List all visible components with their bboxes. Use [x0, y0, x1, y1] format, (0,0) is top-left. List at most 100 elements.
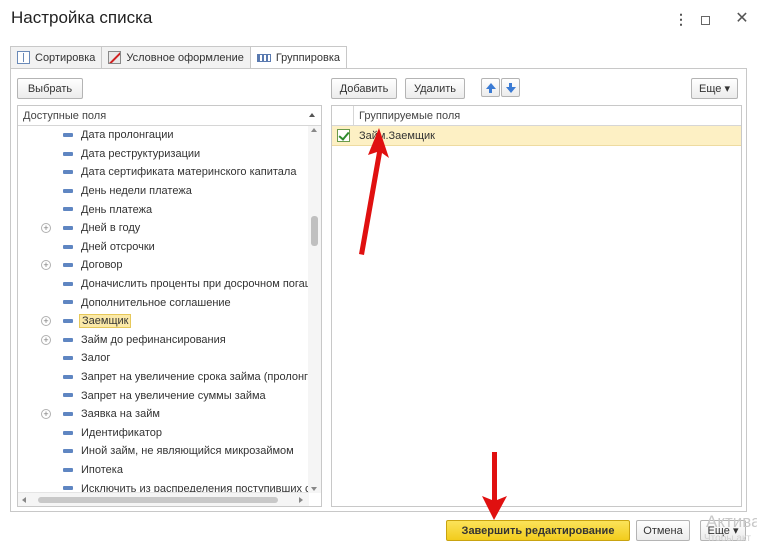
- scroll-up-icon[interactable]: [311, 128, 317, 132]
- field-tree-item[interactable]: День платежа: [18, 200, 309, 219]
- field-tree-item[interactable]: Залог: [18, 349, 309, 368]
- window-title: Настройка списка: [11, 8, 153, 27]
- vertical-scrollbar[interactable]: [308, 126, 321, 493]
- expand-icon[interactable]: +: [41, 223, 51, 234]
- sort-icon: [17, 51, 30, 64]
- tab-conditional-format-label: Условное оформление: [126, 51, 244, 64]
- tab-bar: Сортировка Условное оформление Группиров…: [10, 46, 347, 69]
- field-tree-item[interactable]: + Заявка на займ: [18, 405, 309, 424]
- field-icon: [63, 318, 73, 323]
- field-tree-item[interactable]: + Договор: [18, 256, 309, 275]
- select-button[interactable]: Выбрать: [17, 78, 83, 99]
- field-tree-item-label: Дата сертификата материнского капитала: [81, 166, 297, 179]
- field-icon: [63, 449, 73, 454]
- expand-icon[interactable]: +: [41, 316, 51, 327]
- field-tree-item[interactable]: + Заемщик: [18, 312, 309, 331]
- maximize-icon[interactable]: [697, 10, 713, 28]
- field-icon: [63, 430, 73, 435]
- field-tree-item-label: Договор: [81, 259, 123, 272]
- field-icon: [63, 356, 73, 361]
- right-more-button[interactable]: Еще ▾: [691, 78, 738, 99]
- close-icon[interactable]: ✕: [734, 10, 750, 28]
- field-tree-item[interactable]: Ипотека: [18, 461, 309, 480]
- activation-watermark-sub: Чтобы акт: [704, 533, 752, 544]
- field-icon: [63, 133, 73, 137]
- grouped-fields-header-label: Группируемые поля: [359, 109, 461, 122]
- field-tree-item-label: Залог: [81, 352, 111, 365]
- field-icon: [63, 337, 73, 342]
- annotation-arrow-down-icon: [482, 452, 507, 520]
- conditional-format-icon: [108, 51, 122, 64]
- field-tree-item[interactable]: Доначислить проценты при досрочном погаш: [18, 275, 309, 294]
- more-options-icon[interactable]: ⋮: [673, 10, 689, 28]
- available-fields-tree: Дата пролонгации Дата реструктуризации Дат…: [18, 126, 309, 495]
- field-tree-item-label: Дата реструктуризации: [81, 147, 201, 160]
- field-tree-item[interactable]: Иной займ, не являющийся микрозаймом: [18, 442, 309, 461]
- delete-button[interactable]: Удалить: [405, 78, 465, 99]
- arrow-down-icon: [505, 86, 516, 93]
- field-tree-item[interactable]: Запрет на увеличение срока займа (пролон…: [18, 368, 309, 387]
- field-icon: [63, 411, 73, 416]
- grouped-field-checkbox[interactable]: [337, 129, 350, 142]
- field-tree-item[interactable]: Идентификатор: [18, 424, 309, 443]
- field-icon: [63, 374, 73, 379]
- cancel-button[interactable]: Отмена: [636, 520, 690, 541]
- expand-icon[interactable]: +: [41, 334, 51, 345]
- expand-icon[interactable]: +: [41, 409, 51, 420]
- field-tree-item-label: Идентификатор: [81, 426, 162, 439]
- field-icon: [63, 188, 73, 193]
- field-icon: [63, 244, 73, 249]
- field-icon: [63, 263, 73, 268]
- field-tree-item[interactable]: Дней отсрочки: [18, 238, 309, 257]
- tab-conditional-format[interactable]: Условное оформление: [101, 46, 251, 68]
- finish-editing-button[interactable]: Завершить редактирование: [446, 520, 630, 541]
- add-button[interactable]: Добавить: [331, 78, 397, 99]
- field-tree-item[interactable]: + Дней в году: [18, 219, 309, 238]
- field-tree-item-label: Заемщик: [79, 314, 132, 329]
- field-icon: [63, 300, 73, 305]
- available-fields-panel: Доступные поля Дата пролонгации Дата рест…: [17, 105, 322, 507]
- field-icon: [63, 486, 73, 491]
- field-tree-item-label: Заявка на займ: [81, 408, 160, 421]
- vertical-scroll-thumb[interactable]: [311, 216, 318, 246]
- field-icon: [63, 393, 73, 398]
- field-tree-item-label: День недели платежа: [81, 185, 192, 198]
- scroll-right-icon[interactable]: [299, 497, 303, 503]
- field-tree-item-label: Доначислить проценты при досрочном погаш: [81, 278, 309, 291]
- expand-icon[interactable]: +: [41, 260, 51, 271]
- scroll-left-icon[interactable]: [22, 497, 26, 503]
- field-tree-item-label: Дата пролонгации: [81, 129, 174, 142]
- horizontal-scrollbar[interactable]: [18, 492, 309, 506]
- field-icon: [63, 207, 73, 212]
- tab-sorting[interactable]: Сортировка: [10, 46, 103, 68]
- activation-watermark: Актива: [706, 512, 757, 531]
- field-tree-item[interactable]: Дата сертификата материнского капитала: [18, 163, 309, 182]
- move-up-button[interactable]: [481, 78, 500, 97]
- field-tree-item[interactable]: Дополнительное соглашение: [18, 293, 309, 312]
- field-tree-item-label: Запрет на увеличение суммы займа: [81, 389, 266, 402]
- field-tree-item[interactable]: + Займ до рефинансирования: [18, 331, 309, 350]
- scroll-down-icon[interactable]: [311, 487, 317, 491]
- field-tree-item[interactable]: Запрет на увеличение суммы займа: [18, 386, 309, 405]
- field-icon: [63, 225, 73, 230]
- field-tree-item-label: День платежа: [81, 203, 153, 216]
- field-icon: [63, 151, 73, 156]
- horizontal-scroll-thumb[interactable]: [38, 497, 278, 503]
- field-icon: [63, 170, 73, 175]
- field-tree-item-label: Займ до рефинансирования: [81, 333, 226, 346]
- grouped-field-row[interactable]: Займ.Заемщик: [332, 126, 741, 146]
- grouped-fields-panel: Группируемые поля Займ.Заемщик: [331, 105, 742, 507]
- available-fields-header[interactable]: Доступные поля: [18, 106, 321, 126]
- tab-sorting-label: Сортировка: [35, 51, 96, 64]
- field-tree-item[interactable]: Дата реструктуризации: [18, 145, 309, 164]
- field-tree-item[interactable]: Дата пролонгации: [18, 126, 309, 145]
- field-icon: [63, 281, 73, 286]
- field-tree-item-label: Дней в году: [81, 222, 141, 235]
- field-tree-item-label: Запрет на увеличение срока займа (пролон…: [81, 371, 309, 384]
- sort-ascending-icon: [309, 113, 315, 117]
- tab-grouping-label: Группировка: [275, 52, 340, 64]
- move-down-button[interactable]: [501, 78, 520, 97]
- tab-grouping[interactable]: Группировка: [249, 46, 347, 69]
- field-tree-item-label: Дней отсрочки: [81, 240, 155, 253]
- field-tree-item[interactable]: День недели платежа: [18, 182, 309, 201]
